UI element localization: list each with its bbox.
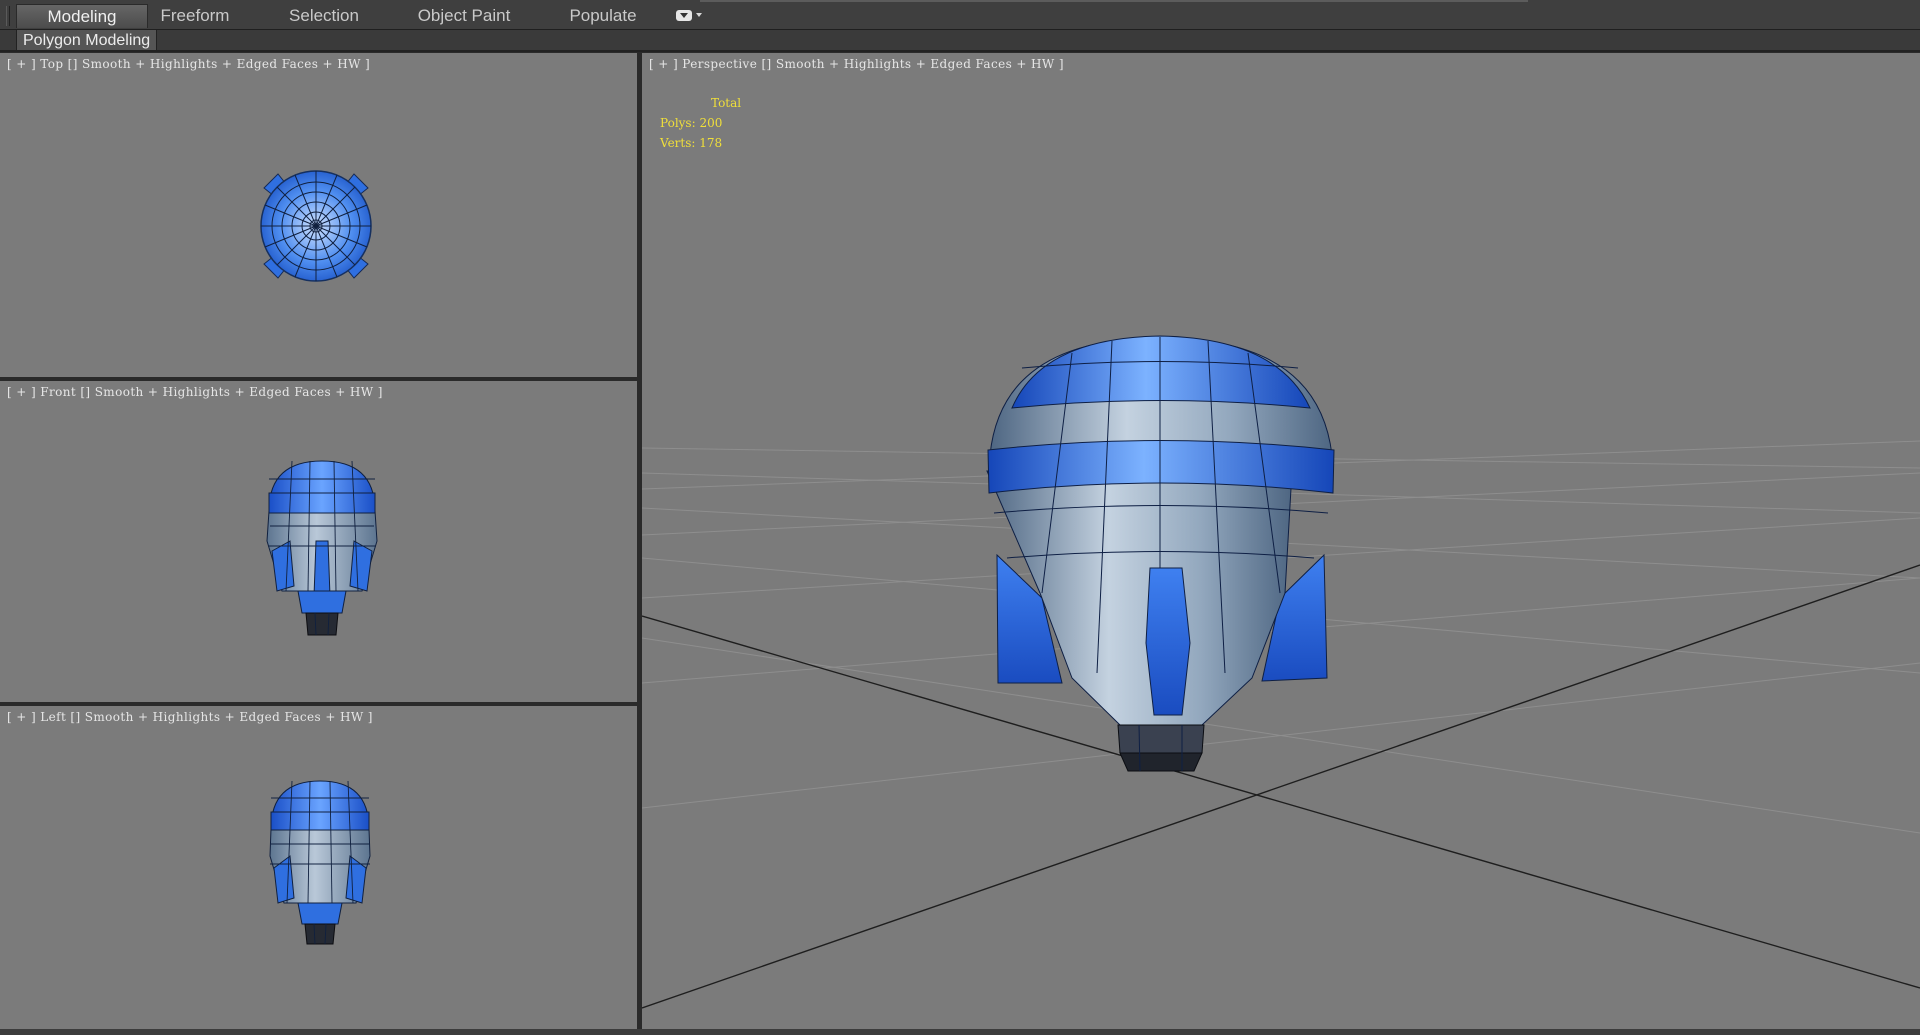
tab-populate[interactable]: Populate: [560, 4, 646, 28]
tab-freeform[interactable]: Freeform: [150, 4, 240, 28]
ribbon-top-divider: [700, 0, 1528, 2]
ribbon-options-button[interactable]: [674, 9, 706, 23]
left-view-model: [269, 780, 371, 945]
perspective-scene: [642, 335, 1920, 1009]
tab-selection[interactable]: Selection: [278, 4, 370, 28]
ribbon-tab-bar: Modeling Freeform Selection Object Paint…: [0, 0, 1920, 30]
chevron-down-icon: [696, 13, 702, 17]
top-view-model: [260, 170, 372, 282]
ribbon-panel-bar: Polygon Modeling: [0, 30, 1920, 52]
viewport-front[interactable]: [ + ] Front [] Smooth + Highlights + Edg…: [0, 381, 637, 702]
tab-object-paint[interactable]: Object Paint: [408, 4, 520, 28]
polygon-modeling-panel-button[interactable]: Polygon Modeling: [16, 30, 158, 51]
front-view-model: [266, 460, 378, 636]
dropdown-pill-icon: [676, 10, 692, 21]
rocket-model: [986, 335, 1335, 772]
status-strip: [0, 1029, 1920, 1035]
viewport-top[interactable]: [ + ] Top [] Smooth + Highlights + Edged…: [0, 53, 637, 377]
viewport-perspective[interactable]: [ + ] Perspective [] Smooth + Highlights…: [642, 53, 1920, 1029]
viewport-left[interactable]: [ + ] Left [] Smooth + Highlights + Edge…: [0, 706, 637, 1029]
tab-modeling[interactable]: Modeling: [16, 4, 148, 28]
ribbon-grip-handle[interactable]: [6, 6, 10, 26]
max-app-window: Modeling Freeform Selection Object Paint…: [0, 0, 1920, 1035]
